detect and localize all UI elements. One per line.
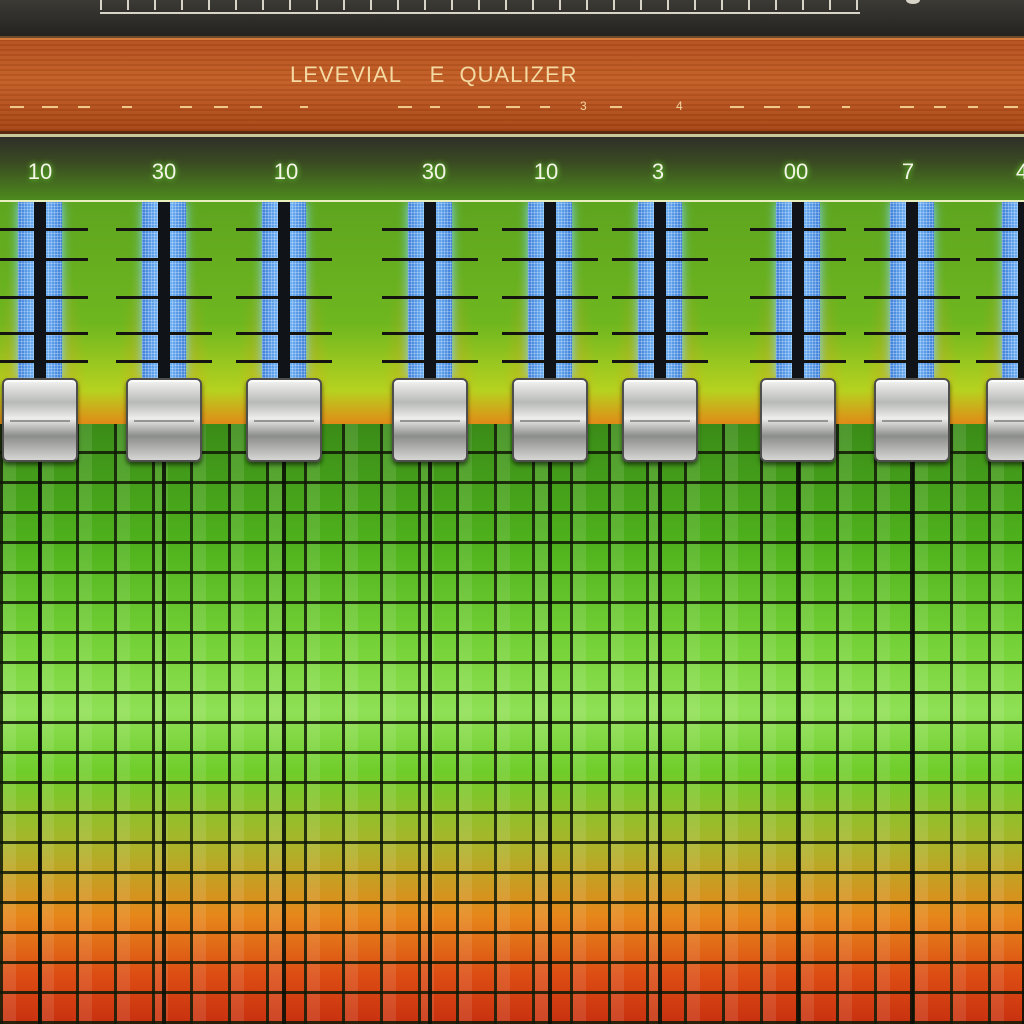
header-scale-dash: [764, 106, 780, 108]
slider-knob[interactable]: [246, 378, 322, 462]
header-scale-dash: [540, 106, 550, 108]
band-label: 30: [151, 159, 177, 184]
header-scale-dash: [214, 106, 228, 108]
slider-tick-mark: [976, 228, 1024, 231]
slider-slot: [654, 202, 666, 378]
slider-tick-mark: [976, 360, 1024, 363]
meter-column-divider: [796, 424, 800, 1024]
header-scale-dash: [42, 106, 58, 108]
band-label: 3: [651, 159, 665, 184]
slider-knob[interactable]: [874, 378, 950, 462]
band-label: 4: [982, 159, 1024, 185]
header-scale-dash: [122, 106, 132, 108]
slider-knob[interactable]: [512, 378, 588, 462]
meter-column-divider: [658, 424, 662, 1024]
header-scale-dash: [730, 106, 744, 108]
meter-column-divider: [428, 424, 432, 1024]
meter-column-divider: [38, 424, 42, 1024]
header-scale-mark: 4: [676, 99, 683, 113]
band-label: 10: [533, 159, 559, 184]
meter-column-divider: [282, 424, 286, 1024]
led-meter-grid: [0, 424, 1024, 1024]
slider-slot: [158, 202, 170, 378]
equalizer-window: LEVEVIAL E QUALIZER 3 4 10 30 10 30 10 3 00 7 4: [0, 0, 1024, 1024]
header-scale: 3 4: [0, 99, 1024, 114]
slider-knob[interactable]: [622, 378, 698, 462]
slider-slot: [1018, 202, 1024, 378]
header-panel: LEVEVIAL E QUALIZER 3 4: [0, 38, 1024, 134]
header-scale-dash: [798, 106, 810, 108]
meter-column-divider: [910, 424, 914, 1024]
meter-column-divider: [162, 424, 166, 1024]
header-scale-dash: [610, 106, 622, 108]
slider-slot: [278, 202, 290, 378]
band-label: 00: [783, 159, 809, 184]
header-scale-dash: [78, 106, 90, 108]
header-scale-dash: [10, 106, 24, 108]
top-ruler: [100, 0, 860, 14]
header-scale-dash: [398, 106, 412, 108]
header-scale-mark: 3: [580, 99, 587, 113]
header-scale-dash: [1004, 106, 1018, 108]
slider-slot: [906, 202, 918, 378]
header-scale-dash: [478, 106, 490, 108]
slider-knob[interactable]: [2, 378, 78, 462]
slider-tick-mark: [976, 296, 1024, 299]
header-scale-dash: [180, 106, 192, 108]
header-scale-dash: [300, 106, 308, 108]
meter-grid-lines: [0, 424, 1024, 1024]
slider-tick-mark: [976, 258, 1024, 261]
header-scale-dash: [506, 106, 520, 108]
header-scale-dash: [968, 106, 978, 108]
slider-knob[interactable]: [126, 378, 202, 462]
equalizer-title: LEVEVIAL E QUALIZER: [290, 62, 578, 87]
header-scale-dash: [934, 106, 946, 108]
top-strip: [0, 0, 1024, 38]
top-knob-icon: [906, 0, 920, 4]
slider-slot: [424, 202, 436, 378]
meter-column-divider: [548, 424, 552, 1024]
slider-slot: [544, 202, 556, 378]
header-scale-dash: [250, 106, 262, 108]
band-label: 30: [421, 159, 447, 184]
header-scale-dash: [842, 106, 850, 108]
slider-tick-mark: [976, 332, 1024, 335]
slider-slot: [792, 202, 804, 378]
slider-knob[interactable]: [986, 378, 1024, 462]
slider-knob[interactable]: [760, 378, 836, 462]
band-label-row: 10 30 10 30 10 3 00 7 4: [0, 134, 1024, 202]
header-scale-dash: [900, 106, 914, 108]
slider-knob[interactable]: [392, 378, 468, 462]
slider-slot: [34, 202, 46, 378]
header-scale-dash: [430, 106, 440, 108]
band-label: 7: [901, 159, 915, 184]
band-label: 10: [273, 159, 299, 184]
band-label: 10: [27, 159, 53, 184]
